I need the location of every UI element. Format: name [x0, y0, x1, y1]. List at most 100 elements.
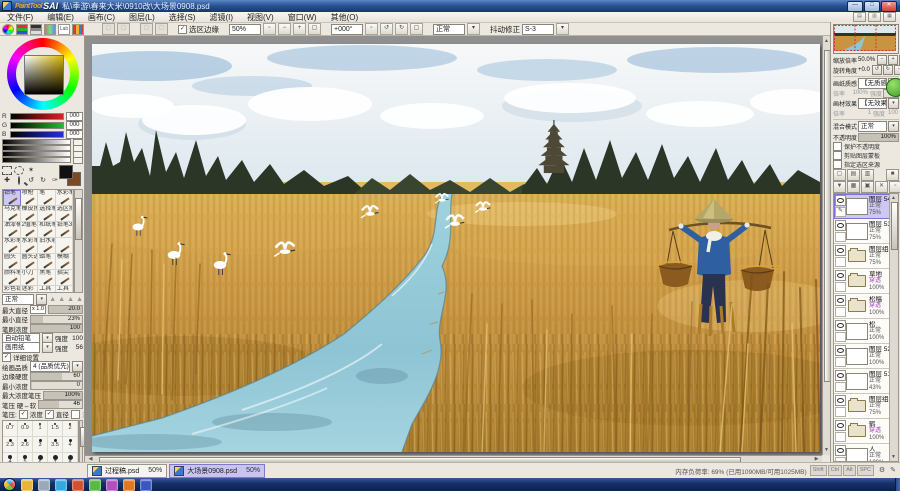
brush-tool[interactable]: 喷枪	[21, 190, 39, 206]
brush-shape-2-icon[interactable]: ▲	[58, 295, 65, 304]
lasso-icon[interactable]	[14, 166, 24, 175]
canvas-vertical-scrollbar[interactable]: ▲ ▼	[822, 36, 830, 455]
brush-size-preset[interactable]: 0.7	[3, 421, 18, 437]
brush-tool[interactable]: 指尖	[56, 270, 74, 286]
menu-item[interactable]: 图层(L)	[122, 12, 162, 23]
brush-tool[interactable]: 选择笔	[38, 206, 56, 222]
red-slider[interactable]	[10, 113, 64, 120]
zoom-reset-button[interactable]: ▫	[263, 23, 276, 35]
taskbar-app-icon[interactable]	[106, 479, 118, 491]
layer-row[interactable]: ✎ 图层组5 拷贝 正常 75%	[834, 244, 890, 269]
taskbar-app-icon[interactable]	[89, 479, 101, 491]
paper-texture-select[interactable]: 【无质感】	[858, 78, 887, 89]
pressure-slider[interactable]: 46	[38, 400, 83, 409]
paint-target-box[interactable]: ✎	[835, 382, 846, 392]
document-tab[interactable]: 过程稿.psd 50%	[87, 464, 167, 478]
layer-option[interactable]: 指定选区来源	[833, 160, 899, 169]
blend-mode-select[interactable]: 正常	[858, 121, 887, 132]
diameter-unit-chip[interactable]: x 1.0	[30, 305, 46, 314]
zoom-out-button[interactable]: −	[278, 23, 291, 35]
paint-target-box[interactable]: ✎	[835, 407, 846, 417]
brush-tool[interactable]: 模糊	[56, 254, 74, 270]
document-tab[interactable]: 大场景0908.psd 50%	[169, 464, 265, 478]
brush-tool[interactable]: 铅笔	[3, 190, 21, 206]
merge-down-button[interactable]: ▦	[847, 181, 860, 193]
brush-tool[interactable]	[56, 238, 74, 254]
scroll-up-icon[interactable]: ▲	[890, 195, 897, 201]
brush-size-preset[interactable]: 3	[33, 437, 48, 453]
primary-color-swatch[interactable]	[59, 165, 73, 179]
visibility-toggle[interactable]	[835, 320, 846, 331]
nav-rotate-ccw-button[interactable]: ↺	[872, 65, 882, 75]
layer-row[interactable]: ✎ 草地 穿透 100%	[834, 269, 890, 294]
pen-status-icon[interactable]: ✎	[888, 466, 898, 476]
layer-row[interactable]: ✎ 图层 52 正常 100%	[834, 344, 890, 369]
menu-item[interactable]: 视图(V)	[240, 12, 281, 23]
close-button[interactable]: ✕	[881, 1, 897, 12]
brush-blend-dropdown-icon[interactable]: ▾	[36, 294, 47, 305]
red-value[interactable]: 000	[66, 112, 83, 121]
green-value[interactable]: 000	[66, 121, 83, 130]
zoom-in-button[interactable]: +	[293, 23, 306, 35]
visibility-toggle[interactable]	[835, 220, 846, 231]
brush-tool[interactable]: 水彩笔10色	[21, 238, 39, 254]
canvas-horizontal-scrollbar[interactable]: ◀ ▶	[85, 455, 822, 462]
navigator-thumbnail[interactable]	[833, 24, 899, 54]
brush-tool[interactable]: 笔	[38, 190, 56, 206]
rotate-ccw-button[interactable]: ↺	[380, 23, 393, 35]
screen-overlay-badge[interactable]	[886, 78, 900, 97]
brush-tool[interactable]: 迷彩	[21, 286, 39, 293]
deselect-button[interactable]: ▢	[140, 23, 153, 35]
pressure-density-checkbox[interactable]: ✓	[19, 410, 28, 419]
texture1-strength-value[interactable]: 100	[70, 335, 83, 342]
paint-target-box[interactable]: ✎	[835, 257, 846, 267]
brush-tool[interactable]: 水彩笔9色	[3, 238, 21, 254]
visibility-toggle[interactable]	[835, 420, 846, 431]
special-mode-button[interactable]: ■	[886, 169, 899, 181]
saturation-value-picker[interactable]	[24, 55, 64, 95]
delete-layer-button[interactable]: ✕	[875, 181, 888, 193]
brush-shape-1-icon[interactable]: ▲	[49, 295, 56, 304]
layer-row[interactable]: ✎ 图层 54 正常 75%	[834, 194, 890, 219]
brush-size-preset[interactable]: 2.3	[3, 437, 18, 453]
nav-rotate-cw-button[interactable]: ↻	[883, 65, 893, 75]
nav-rotate-reset-button[interactable]: ▫	[894, 65, 900, 75]
brush-size-preset[interactable]: 8	[63, 453, 78, 462]
selection-edge-toggle[interactable]: ✓ 选区边缘	[178, 24, 219, 35]
brush-tool[interactable]: 2值笔	[21, 222, 39, 238]
opacity-slider[interactable]: 100%	[858, 133, 899, 142]
taskbar-app-icon[interactable]	[123, 479, 135, 491]
brush-tool[interactable]: 和纸笔	[38, 222, 56, 238]
brush-tool[interactable]: 工具	[38, 286, 56, 293]
visibility-toggle[interactable]	[835, 195, 846, 206]
max-diameter-slider[interactable]: 20.0	[48, 305, 83, 314]
move-tool-icon[interactable]: ✚	[2, 176, 12, 185]
brush-size-preset[interactable]: 2	[63, 421, 78, 437]
paint-target-box[interactable]: ✎	[835, 307, 846, 317]
rotation-value-field[interactable]: +000°	[331, 24, 363, 35]
max-density-pressure-slider[interactable]: 100%	[43, 391, 83, 400]
layer-option[interactable]: 剪贴图层蒙板	[833, 151, 899, 160]
brush-tool[interactable]: 工具	[56, 286, 74, 293]
brush-tool[interactable]: 颜料笔	[3, 270, 21, 286]
panel-toggle-right-icon[interactable]: ▥	[868, 12, 881, 22]
brush-tool[interactable]: 蜡笔	[38, 254, 56, 270]
visibility-toggle[interactable]	[835, 245, 846, 256]
visibility-toggle[interactable]	[835, 370, 846, 381]
canvas-document[interactable]	[92, 44, 820, 452]
color-wheel[interactable]	[7, 38, 79, 110]
taskbar-app-icon[interactable]	[21, 479, 33, 491]
layer-row[interactable]: ✎ 图层组5 正常 75%	[834, 394, 890, 419]
new-folder-button[interactable]: ▤	[847, 169, 860, 181]
taskbar-app-icon[interactable]	[38, 479, 50, 491]
zoom-tool-icon[interactable]	[14, 176, 24, 185]
brush-blend-mode-select[interactable]: 正常	[2, 294, 34, 305]
panel-toggle-all-icon[interactable]: ▦	[883, 12, 896, 22]
swatches-panel-icon[interactable]	[72, 24, 84, 35]
min-diameter-slider[interactable]: 23%	[30, 315, 83, 324]
menu-item[interactable]: 滤镜(I)	[202, 12, 240, 23]
brush-size-preset[interactable]: 5	[18, 453, 33, 462]
brush-tool[interactable]: 圆头近	[21, 254, 39, 270]
transfer-down-button[interactable]: ▼	[833, 181, 846, 193]
rotate-cw-button[interactable]: ↻	[395, 23, 408, 35]
